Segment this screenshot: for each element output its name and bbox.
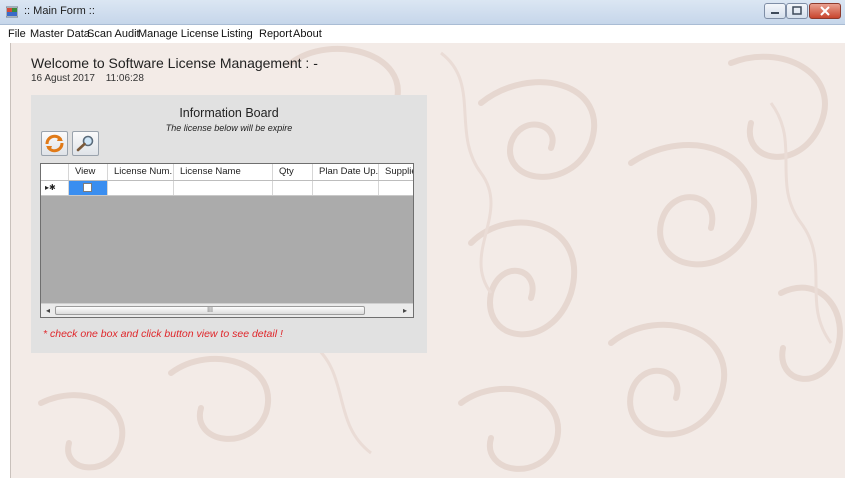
title-bar: :: Main Form ::: [0, 0, 845, 25]
row-indicator: ▸✱: [41, 181, 69, 195]
maximize-button[interactable]: [786, 3, 808, 19]
column-header-supplier[interactable]: Supplie: [379, 164, 413, 180]
menu-listing[interactable]: Listing: [221, 28, 253, 40]
license-grid[interactable]: View License Num... License Name Qty Pla…: [40, 163, 414, 318]
view-cell[interactable]: [69, 181, 108, 195]
plan-date-cell[interactable]: [313, 181, 379, 195]
maximize-icon: [792, 6, 802, 15]
welcome-message: Welcome to Software License Management :…: [31, 55, 318, 71]
qty-cell[interactable]: [273, 181, 313, 195]
information-board-panel: Information Board The license below will…: [31, 95, 427, 353]
current-datetime: 16 Agust 2017 11:06:28: [31, 73, 144, 84]
current-time: 11:06:28: [105, 73, 144, 84]
minimize-icon: [771, 12, 779, 14]
column-header-qty[interactable]: Qty: [273, 164, 313, 180]
menu-manage-license[interactable]: Manage License: [138, 28, 219, 40]
refresh-icon: [45, 134, 64, 153]
search-icon: [76, 135, 94, 152]
supplier-cell[interactable]: [379, 181, 413, 195]
instruction-hint: * check one box and click button view to…: [43, 328, 283, 340]
menu-report[interactable]: Report: [259, 28, 292, 40]
column-header-row-indicator[interactable]: [41, 164, 69, 180]
menu-master-data[interactable]: Master Data: [30, 28, 90, 40]
license-num-cell[interactable]: [108, 181, 174, 195]
menu-scan-audit[interactable]: Scan Audit: [87, 28, 140, 40]
window-title: :: Main Form ::: [24, 5, 95, 17]
view-detail-button[interactable]: [72, 131, 99, 156]
scroll-right-arrow[interactable]: ▸: [399, 305, 411, 316]
column-header-license-name[interactable]: License Name: [174, 164, 273, 180]
close-button[interactable]: [809, 3, 841, 19]
current-date: 16 Agust 2017: [31, 73, 95, 84]
refresh-button[interactable]: [41, 131, 68, 156]
app-icon: [6, 6, 18, 18]
main-client-area: Welcome to Software License Management :…: [10, 43, 845, 478]
column-header-plan-date[interactable]: Plan Date Up...: [313, 164, 379, 180]
column-header-license-num[interactable]: License Num...: [108, 164, 174, 180]
horizontal-scrollbar[interactable]: ◂ III ▸: [41, 303, 413, 317]
table-row[interactable]: ▸✱: [41, 181, 413, 196]
column-header-view[interactable]: View: [69, 164, 108, 180]
scroll-thumb[interactable]: III: [55, 306, 365, 315]
license-name-cell[interactable]: [174, 181, 273, 195]
grid-header: View License Num... License Name Qty Pla…: [41, 164, 413, 181]
close-icon: [820, 6, 830, 16]
menu-file[interactable]: File: [8, 28, 26, 40]
board-title: Information Board: [179, 106, 279, 120]
scroll-left-arrow[interactable]: ◂: [42, 305, 54, 316]
menu-about[interactable]: About: [293, 28, 322, 40]
view-checkbox[interactable]: [83, 183, 92, 192]
menu-bar: File Master Data Scan Audit Manage Licen…: [0, 25, 845, 43]
minimize-button[interactable]: [764, 3, 786, 19]
